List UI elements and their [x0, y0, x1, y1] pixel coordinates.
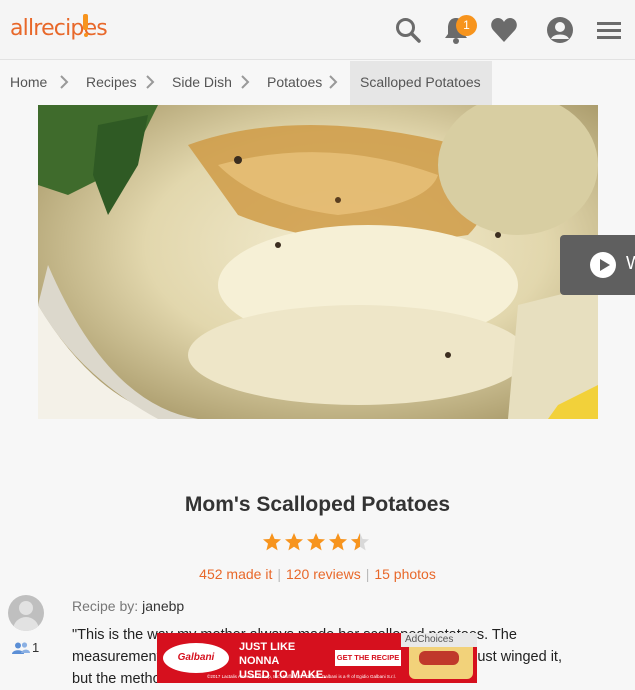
play-triangle — [600, 259, 610, 271]
recipe-author-line: Recipe by: janebp — [72, 598, 184, 614]
made-it-link[interactable]: 452 made it — [199, 566, 272, 582]
logo-accent-mark — [83, 14, 88, 30]
breadcrumb-current-label: Scalloped Potatoes — [360, 74, 481, 90]
recipe-stats: 452 made it | 120 reviews | 15 photos — [0, 566, 635, 582]
allrecipes-logo[interactable]: allrecipes — [10, 16, 108, 41]
recipe-title: Mom's Scalloped Potatoes — [184, 493, 451, 516]
star-half-icon — [351, 533, 369, 551]
breadcrumb-home[interactable]: Home — [10, 74, 47, 90]
recipe-photo[interactable] — [38, 105, 598, 419]
search-icon[interactable] — [393, 15, 423, 45]
scalloped-potatoes-image — [38, 105, 598, 419]
author-avatar[interactable] — [8, 595, 44, 631]
chevron-right-icon — [329, 75, 338, 89]
ad-food-sauce — [419, 651, 459, 665]
menu-icon[interactable] — [594, 15, 624, 45]
star-full-icon — [263, 533, 281, 551]
avatar-body — [13, 617, 39, 631]
breadcrumb-current: Scalloped Potatoes — [350, 61, 492, 105]
reviews-link[interactable]: 120 reviews — [286, 566, 361, 582]
photos-link[interactable]: 15 photos — [374, 566, 436, 582]
author-name[interactable]: janebp — [142, 598, 184, 614]
breadcrumb-side-dish[interactable]: Side Dish — [172, 74, 232, 90]
followers-icon — [12, 642, 30, 654]
avatar-head — [19, 601, 33, 615]
top-navigation-bar: allrecipes 1 — [0, 0, 635, 60]
chevron-right-icon — [60, 75, 69, 89]
breadcrumb-potatoes[interactable]: Potatoes — [267, 74, 322, 90]
watch-video-button[interactable]: W — [560, 235, 635, 295]
ad-fine-print: ©2017 Lactalis American Group, Inc., Buf… — [207, 674, 396, 679]
stats-divider: | — [365, 566, 370, 582]
star-full-icon — [285, 533, 303, 551]
rating-stars[interactable] — [262, 532, 372, 554]
logo-accent-dot — [84, 33, 88, 37]
galbani-logo: Galbani — [163, 643, 229, 673]
ad-headline-line: JUST LIKE NONNA — [239, 641, 296, 667]
star-full-icon — [307, 533, 325, 551]
user-icon[interactable] — [545, 15, 575, 45]
video-label: W — [626, 253, 635, 273]
notification-badge: 1 — [456, 15, 477, 36]
breadcrumb: Home Recipes Side Dish Potatoes Scallope… — [0, 61, 635, 105]
stats-divider: | — [277, 566, 281, 582]
heart-icon[interactable] — [489, 15, 519, 45]
followers-count: 1 — [32, 640, 40, 655]
adchoices-label[interactable]: AdChoices — [401, 633, 477, 647]
ad-get-recipe-button[interactable]: GET THE RECIPE ▶ — [335, 650, 401, 678]
recipe-by-label: Recipe by: — [72, 598, 139, 614]
chevron-right-icon — [241, 75, 250, 89]
star-full-icon — [329, 533, 347, 551]
breadcrumb-recipes[interactable]: Recipes — [86, 74, 137, 90]
chevron-right-icon — [146, 75, 155, 89]
